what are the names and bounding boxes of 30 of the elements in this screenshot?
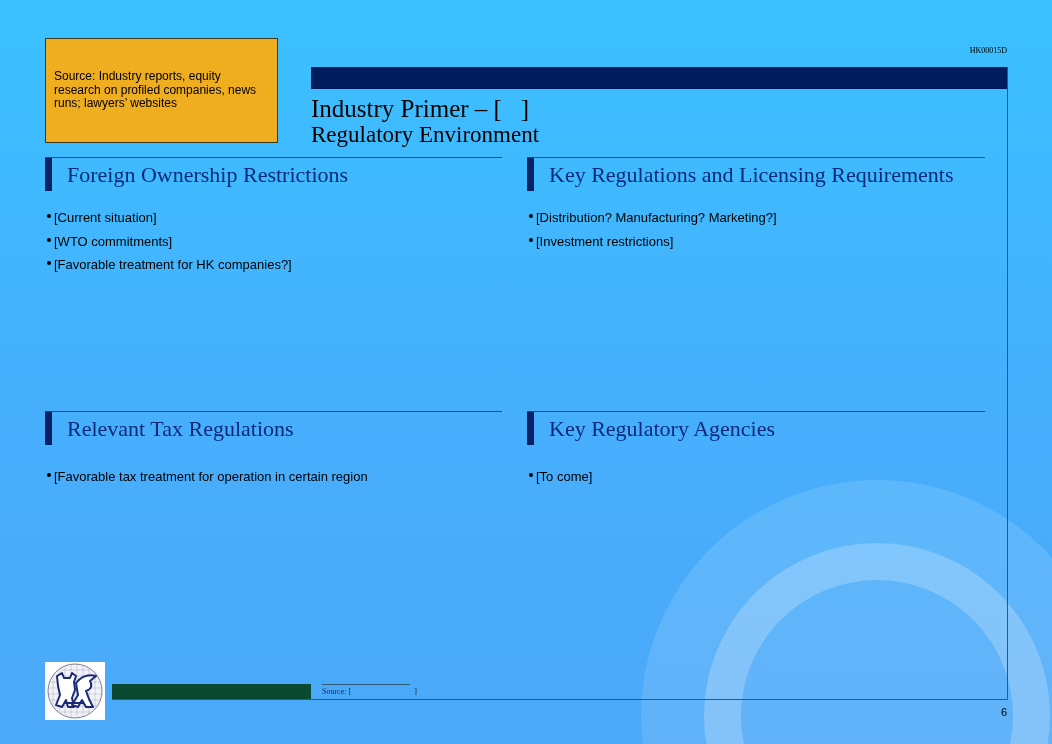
source-bracket: ] bbox=[414, 687, 417, 697]
bullet-icon bbox=[529, 237, 533, 242]
section-heading: Key Regulatory Agencies bbox=[549, 414, 776, 443]
page-number: 6 bbox=[1000, 706, 1007, 719]
section-heading: Foreign Ownership Restrictions bbox=[67, 160, 349, 189]
bullet-icon bbox=[529, 473, 533, 477]
bullet-text: [Favorable tax treatment for operation in certain region bbox=[54, 468, 368, 486]
slide-title: Industry Primer – [ ] bbox=[311, 95, 530, 123]
heading-accent-bar bbox=[527, 158, 534, 191]
bullet-text: [WTO commitments] bbox=[54, 232, 173, 251]
bullet-icon bbox=[47, 261, 51, 265]
heading-accent-bar bbox=[45, 412, 52, 445]
bullet-icon bbox=[529, 214, 533, 218]
heading-accent-bar bbox=[527, 412, 534, 445]
bullet-text: [Distribution? Manufacturing? Marketing?] bbox=[536, 209, 777, 227]
bullet-text: [Current situation] bbox=[54, 209, 157, 227]
bullet-text: [Investment restrictions] bbox=[536, 232, 674, 251]
circular-emblem-logo bbox=[45, 662, 105, 720]
bullet-icon bbox=[47, 237, 51, 242]
note-text: Source: Industry reports, equity research on profiled companies, news runs; lawyers’ websites bbox=[54, 70, 258, 111]
bullet-text: [Favorable treatment for HK companies?] bbox=[54, 256, 292, 274]
section-heading: Relevant Tax Regulations bbox=[67, 414, 294, 443]
bullet-icon bbox=[47, 214, 51, 218]
bullet-icon bbox=[47, 473, 51, 477]
document-code: HK00015D bbox=[969, 46, 1007, 55]
bullet-text: [To come] bbox=[536, 468, 593, 486]
slide-subtitle: Regulatory Environment bbox=[311, 123, 540, 147]
heading-accent-bar bbox=[45, 158, 52, 191]
section-heading: Key Regulations and Licensing Requirements bbox=[549, 160, 954, 189]
source-label: Source: [ bbox=[322, 687, 352, 697]
